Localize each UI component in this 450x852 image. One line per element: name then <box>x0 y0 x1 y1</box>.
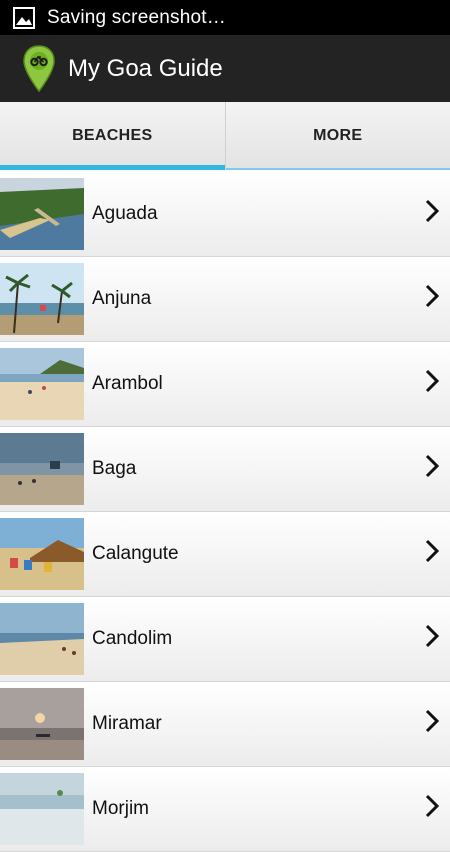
beach-thumbnail <box>0 263 84 335</box>
chevron-right-icon <box>425 199 439 223</box>
list-item-arambol[interactable]: Arambol <box>0 342 450 427</box>
chevron-right-icon <box>425 794 439 818</box>
list-item-label: Baga <box>92 458 136 480</box>
tab-bar: BEACHES MORE <box>0 102 450 170</box>
list-item-label: Anjuna <box>92 288 151 310</box>
list-item-label: Miramar <box>92 713 162 735</box>
beach-thumbnail <box>0 348 84 420</box>
chevron-right-icon <box>425 284 439 308</box>
beach-list[interactable]: Aguada Anjuna Arambo <box>0 172 450 852</box>
tab-selected-indicator <box>0 165 225 170</box>
list-item-baga[interactable]: Baga <box>0 427 450 512</box>
beach-thumbnail <box>0 773 84 845</box>
list-item-candolim[interactable]: Candolim <box>0 597 450 682</box>
list-item-label: Candolim <box>92 628 172 650</box>
tab-beaches[interactable]: BEACHES <box>0 102 225 170</box>
list-item-label: Aguada <box>92 203 158 225</box>
tab-beaches-label: BEACHES <box>72 127 152 145</box>
app-title: My Goa Guide <box>68 55 223 83</box>
tab-underline <box>226 168 450 170</box>
beach-thumbnail <box>0 178 84 250</box>
chevron-right-icon <box>425 369 439 393</box>
list-item-anjuna[interactable]: Anjuna <box>0 257 450 342</box>
list-item-label: Morjim <box>92 798 149 820</box>
list-item-calangute[interactable]: Calangute <box>0 512 450 597</box>
beach-thumbnail <box>0 433 84 505</box>
chevron-right-icon <box>425 454 439 478</box>
action-bar: My Goa Guide <box>0 35 450 102</box>
beach-thumbnail <box>0 688 84 760</box>
list-item-label: Arambol <box>92 373 163 395</box>
chevron-right-icon <box>425 624 439 648</box>
tab-more[interactable]: MORE <box>225 102 450 170</box>
chevron-right-icon <box>425 709 439 733</box>
tab-more-label: MORE <box>313 127 362 145</box>
beach-thumbnail <box>0 518 84 590</box>
status-notification-text: Saving screenshot… <box>47 7 226 29</box>
location-pin-icon[interactable] <box>22 44 56 94</box>
list-item-morjim[interactable]: Morjim <box>0 767 450 852</box>
list-item-label: Calangute <box>92 543 179 565</box>
chevron-right-icon <box>425 539 439 563</box>
beach-thumbnail <box>0 603 84 675</box>
list-item-miramar[interactable]: Miramar <box>0 682 450 767</box>
list-item-aguada[interactable]: Aguada <box>0 172 450 257</box>
image-icon <box>13 7 35 29</box>
status-bar: Saving screenshot… <box>0 0 450 35</box>
